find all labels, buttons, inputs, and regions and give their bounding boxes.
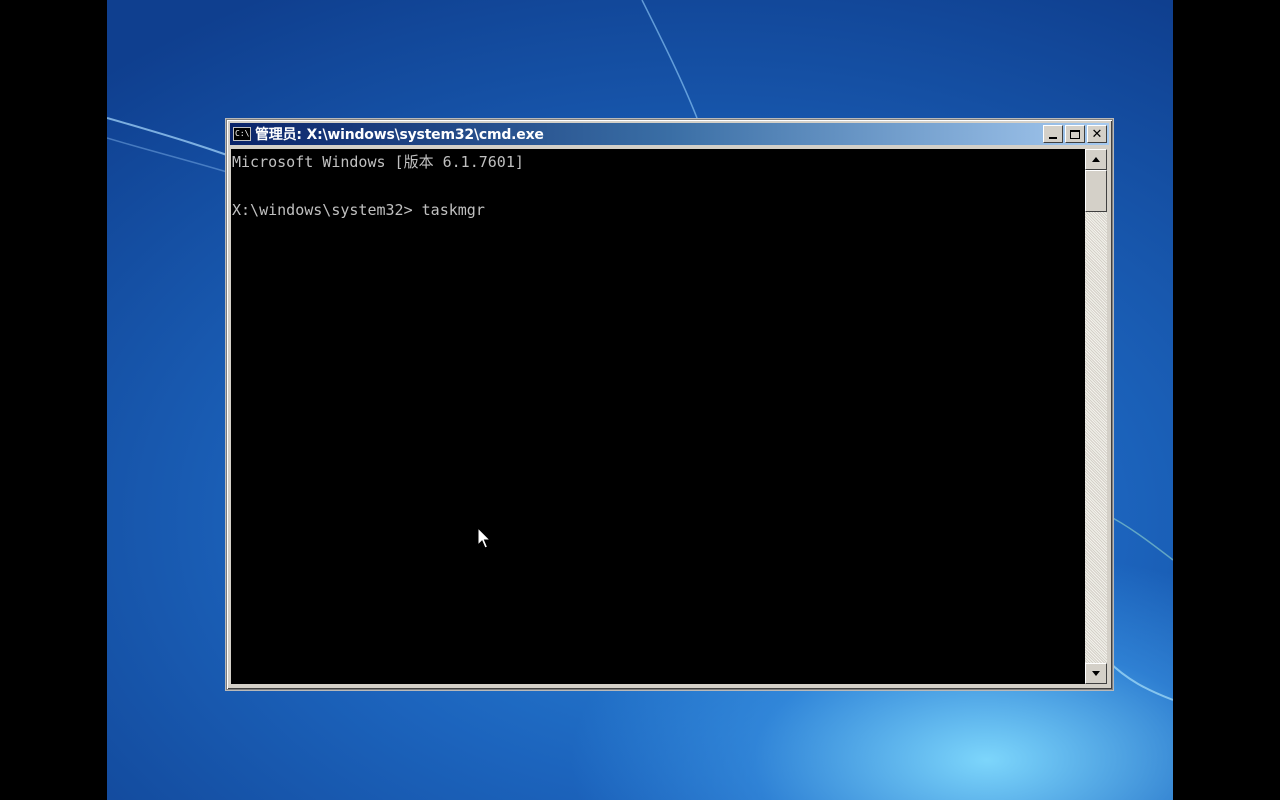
scroll-thumb[interactable] [1085,170,1107,212]
scroll-down-button[interactable] [1085,663,1107,684]
scroll-up-button[interactable] [1085,149,1107,170]
cmd-window[interactable]: C:\ 管理员: X:\windows\system32\cmd.exe ✕ M… [226,119,1113,690]
console-line-prompt: X:\windows\system32> taskmgr [232,201,485,219]
close-icon: ✕ [1091,126,1103,142]
title-bar[interactable]: C:\ 管理员: X:\windows\system32\cmd.exe ✕ [230,123,1109,145]
arrow-up-icon [1092,157,1100,162]
arrow-cursor-icon [477,527,492,549]
vertical-scrollbar[interactable] [1085,149,1107,684]
console-line-version: Microsoft Windows [版本 6.1.7601] [232,153,524,171]
minimize-button[interactable] [1043,125,1063,143]
console-icon[interactable]: C:\ [233,127,251,141]
maximize-button[interactable] [1065,125,1085,143]
close-button[interactable]: ✕ [1087,125,1107,143]
maximize-icon [1070,129,1080,139]
console-output[interactable]: Microsoft Windows [版本 6.1.7601] X:\windo… [231,149,1085,684]
arrow-down-icon [1092,671,1100,676]
window-controls: ✕ [1041,125,1107,143]
window-title: 管理员: X:\windows\system32\cmd.exe [255,127,544,143]
minimize-icon [1049,137,1057,139]
